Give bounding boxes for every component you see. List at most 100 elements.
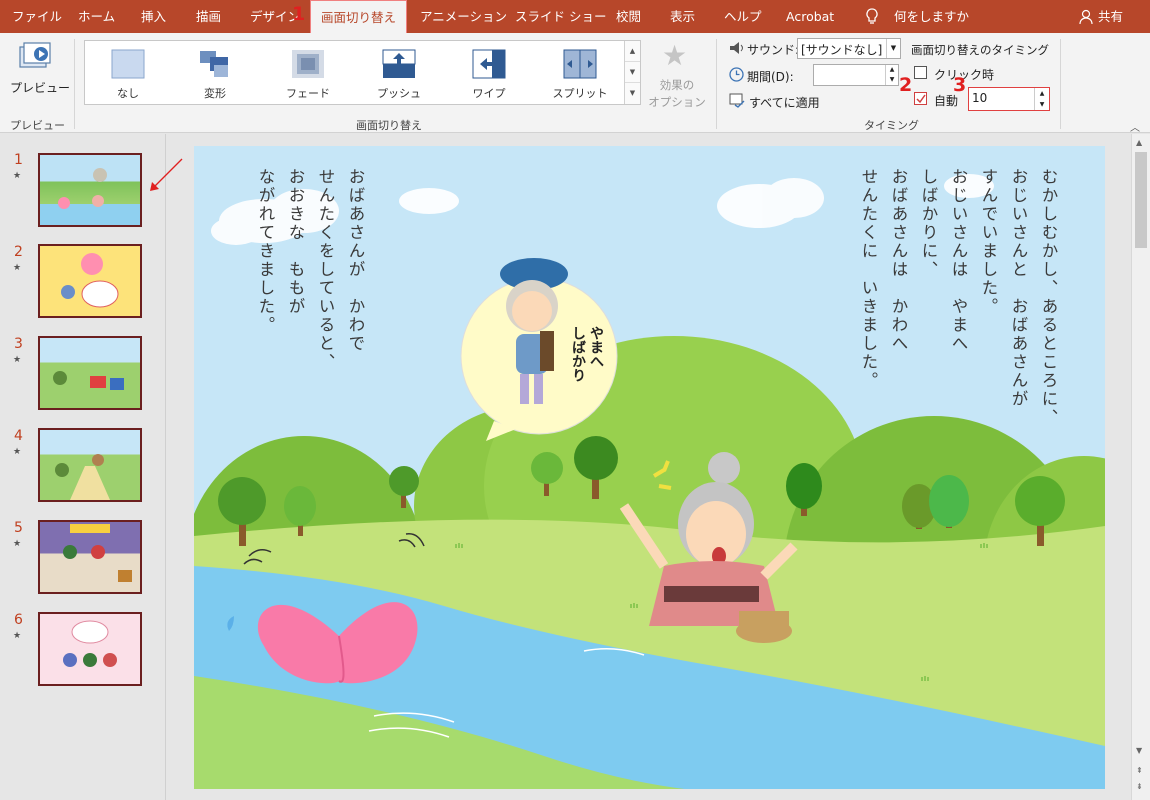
tell-me-search[interactable]: 何をしますか <box>894 0 969 33</box>
ribbon: プレビュー プレビュー なし 変形 フェード プッシュ ワイプ スプリット ▲ <box>0 33 1150 134</box>
transition-none[interactable]: なし <box>88 41 168 104</box>
collapse-ribbon-icon[interactable]: ︿ <box>1130 119 1140 134</box>
speaker-icon <box>729 41 745 58</box>
scroll-down-icon[interactable]: ▼ <box>1136 746 1142 755</box>
transition-star-icon: ★ <box>13 263 22 273</box>
transitions-group-label: 画面切り替え <box>356 119 422 132</box>
on-click-checkbox[interactable] <box>914 66 927 79</box>
preview-group-label: プレビュー <box>10 119 65 132</box>
transition-label: ワイプ <box>472 87 506 100</box>
auto-checkbox[interactable] <box>914 92 927 105</box>
none-transition-icon <box>111 48 145 80</box>
gallery-scrollbar[interactable]: ▲ ▼ ▼ <box>624 41 640 104</box>
transition-star-icon: ★ <box>13 171 22 181</box>
annotation-3: 3 <box>953 74 967 96</box>
spin-icon[interactable]: ▲ ▼ <box>885 65 898 85</box>
apply-all-button[interactable]: すべてに適用 <box>749 94 820 111</box>
slide-thumbnail-1[interactable] <box>38 153 142 227</box>
tab-view[interactable]: 表示 <box>670 0 695 33</box>
slide-number: 2 <box>14 244 23 260</box>
story-line: せんたくに いきました。 <box>859 168 878 390</box>
preview-label: プレビュー <box>10 81 71 95</box>
fade-transition-icon <box>291 48 325 80</box>
morph-transition-icon <box>198 48 232 80</box>
next-slide-icon[interactable]: ⇟ <box>1136 782 1143 791</box>
separator <box>74 39 75 129</box>
transition-star-icon: ★ <box>13 539 22 549</box>
push-transition-icon <box>382 48 416 80</box>
story-line: おじいさんは やまへ <box>949 168 968 353</box>
tab-home[interactable]: ホーム <box>78 0 115 33</box>
slide-number: 3 <box>14 336 23 352</box>
bubble-line: やまへ <box>588 326 604 368</box>
annotation-2: 2 <box>899 74 913 96</box>
story-text-right: むかしむかし、あるところに、 おじいさんと おばあさんが すんでいました。 おじ… <box>853 168 1063 427</box>
spin-icon[interactable]: ▲ ▼ <box>1034 88 1049 110</box>
slide-canvas[interactable]: むかしむかし、あるところに、 おじいさんと おばあさんが すんでいました。 おじ… <box>194 146 1105 789</box>
preview-button[interactable]: プレビュー <box>6 39 70 99</box>
timing-group-label: タイミング <box>864 119 919 132</box>
sound-dropdown[interactable]: [サウンドなし] ▼ <box>797 38 901 59</box>
preview-icon <box>19 41 53 74</box>
clock-icon <box>729 67 744 85</box>
auto-time-field[interactable]: 10 ▲ ▼ <box>968 87 1050 111</box>
duration-field[interactable]: ▲ ▼ <box>813 64 899 86</box>
share-button[interactable]: 共有 <box>1098 0 1123 33</box>
story-line: ながれてきました。 <box>256 168 275 335</box>
transition-label: フェード <box>286 87 330 100</box>
transition-label: なし <box>117 87 139 100</box>
lightbulb-icon <box>866 8 878 25</box>
story-line: おじいさんと おばあさんが <box>1009 168 1028 409</box>
separator <box>1060 39 1061 129</box>
story-line: むかしむかし、あるところに、 <box>1039 168 1058 427</box>
transition-morph[interactable]: 変形 <box>175 41 255 104</box>
slide-thumbnail-4[interactable] <box>38 428 142 502</box>
sound-label: サウンド: <box>747 43 800 57</box>
effect-options-label: 効果の <box>659 78 695 92</box>
chevron-down-icon: ▼ <box>886 39 900 58</box>
slide-thumbnail-6[interactable] <box>38 612 142 686</box>
transition-split[interactable]: スプリット <box>540 41 620 104</box>
story-text-left: おばあさんが かわで せんたくをしていると、 おおきな ももが ながれてきました… <box>250 168 370 372</box>
slide-number: 1 <box>14 152 23 168</box>
slide-number: 4 <box>14 428 23 444</box>
scroll-up-icon[interactable]: ▲ <box>625 41 640 62</box>
scroll-down-icon[interactable]: ▼ <box>625 62 640 83</box>
apply-all-icon <box>729 93 745 111</box>
scroll-thumb[interactable] <box>1135 152 1147 248</box>
slide-thumbnail-3[interactable] <box>38 336 142 410</box>
tab-help[interactable]: ヘルプ <box>724 0 762 33</box>
transition-label: プッシュ <box>377 87 421 100</box>
story-line: おおきな ももが <box>286 168 305 316</box>
effect-options-button[interactable]: ★ 効果の オプション <box>646 39 708 109</box>
slide-number: 5 <box>14 520 23 536</box>
scroll-up-icon[interactable]: ▲ <box>1136 138 1142 147</box>
transition-wipe[interactable]: ワイプ <box>449 41 529 104</box>
previous-slide-icon[interactable]: ⇞ <box>1136 766 1143 775</box>
tab-acrobat[interactable]: Acrobat <box>786 0 834 33</box>
slide-number: 6 <box>14 612 23 628</box>
slide-thumbnail-5[interactable] <box>38 520 142 594</box>
wipe-transition-icon <box>472 48 506 80</box>
duration-label: 期間(D): <box>747 70 794 84</box>
more-icon[interactable]: ▼ <box>625 83 640 104</box>
speech-bubble-text: やまへ しばかり <box>569 326 605 382</box>
transition-fade[interactable]: フェード <box>268 41 348 104</box>
tab-insert[interactable]: 挿入 <box>141 0 166 33</box>
vertical-scrollbar[interactable]: ▲ ▼ ⇞ ⇟ <box>1131 134 1150 800</box>
tab-transitions[interactable]: 画面切り替え <box>310 0 408 34</box>
star-icon: ★ <box>662 39 688 72</box>
tab-file[interactable]: ファイル <box>12 0 62 33</box>
tab-review[interactable]: 校閲 <box>616 0 641 33</box>
transition-push[interactable]: プッシュ <box>359 41 439 104</box>
transition-label: スプリット <box>552 87 608 100</box>
story-line: おばあさんは かわへ <box>889 168 908 353</box>
transition-label: 変形 <box>204 87 226 100</box>
menu-bar: ファイル ホーム 挿入 描画 デザイン 画面切り替え アニメーション スライド … <box>0 0 1150 34</box>
tab-animations[interactable]: アニメーション <box>420 0 507 33</box>
separator <box>716 39 717 129</box>
tab-slideshow[interactable]: スライド ショー <box>515 0 606 33</box>
tab-draw[interactable]: 描画 <box>196 0 221 33</box>
slide-thumbnail-2[interactable] <box>38 244 142 318</box>
slide-thumbnail-pane: 1 ★ 2 ★ 3 ★ 4 ★ 5 ★ 6 ★ <box>0 134 166 800</box>
